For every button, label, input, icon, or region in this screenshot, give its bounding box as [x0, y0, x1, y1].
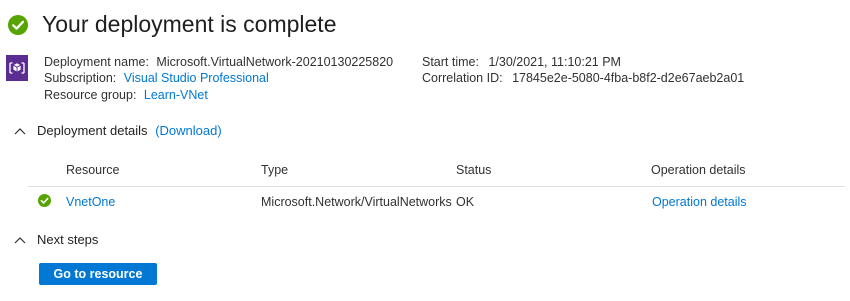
start-time-value: 1/30/2021, 11:10:21 PM: [488, 55, 621, 69]
operation-details-link[interactable]: Operation details: [652, 195, 747, 209]
deployment-name-row: Deployment name: Microsoft.VirtualNetwor…: [44, 55, 393, 69]
deployment-name-value: Microsoft.VirtualNetwork-20210130225820: [156, 55, 394, 69]
success-check-icon: [38, 194, 51, 207]
resource-type: Microsoft.Network/VirtualNetworks: [261, 195, 452, 209]
subscription-label: Subscription:: [44, 71, 117, 85]
start-time-row: Start time: 1/30/2021, 11:10:21 PM: [422, 55, 621, 69]
success-check-icon: [8, 15, 28, 35]
resource-group-label: Resource group:: [44, 88, 137, 102]
correlation-id-value: 17845e2e-5080-4fba-b8f2-d2e67aeb2a01: [512, 71, 745, 85]
column-header-operation-details: Operation details: [651, 163, 746, 177]
resource-status: OK: [456, 195, 475, 209]
download-link[interactable]: (Download): [155, 123, 221, 138]
next-steps-title[interactable]: Next steps: [37, 232, 98, 247]
go-to-resource-button[interactable]: Go to resource: [39, 263, 157, 285]
resource-link[interactable]: VnetOne: [66, 195, 115, 209]
chevron-up-icon[interactable]: [14, 127, 26, 135]
column-header-type: Type: [261, 163, 289, 177]
start-time-label: Start time:: [422, 55, 479, 69]
column-header-resource: Resource: [66, 163, 120, 177]
correlation-id-row: Correlation ID: 17845e2e-5080-4fba-b8f2-…: [422, 71, 744, 85]
subscription-link[interactable]: Visual Studio Professional: [124, 71, 269, 85]
deployment-details-header[interactable]: Deployment details (Download): [37, 123, 222, 138]
correlation-id-label: Correlation ID:: [422, 71, 503, 85]
resource-group-row: Resource group: Learn-VNet: [44, 88, 208, 102]
deployment-name-label: Deployment name:: [44, 55, 149, 69]
subscription-row: Subscription: Visual Studio Professional: [44, 71, 269, 85]
deployment-cube-icon: [6, 55, 28, 81]
resource-group-link[interactable]: Learn-VNet: [144, 88, 208, 102]
table-row: VnetOne Microsoft.Network/VirtualNetwork…: [28, 187, 845, 217]
chevron-up-icon[interactable]: [14, 236, 26, 244]
deployment-details-title: Deployment details: [37, 123, 148, 138]
page-title: Your deployment is complete: [42, 11, 337, 37]
column-header-status: Status: [456, 163, 492, 177]
